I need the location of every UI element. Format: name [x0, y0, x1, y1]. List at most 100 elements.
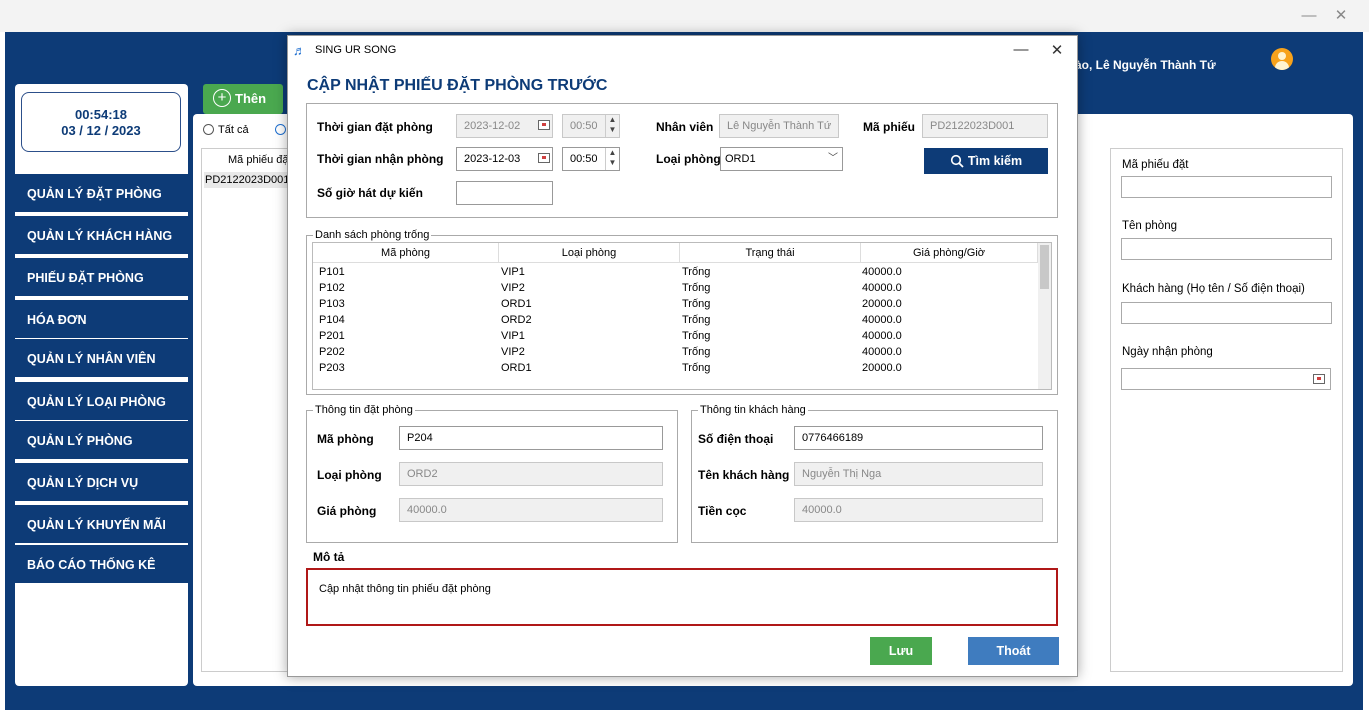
gia-phong-field: 40000.0 [399, 498, 663, 522]
sidebar-item-bao-cao-thong-ke[interactable]: BÁO CÁO THỐNG KÊ [15, 545, 188, 585]
cell-loai-phong: VIP1 [501, 330, 525, 342]
booking-list [201, 148, 299, 672]
table-scrollbar[interactable] [1038, 243, 1051, 389]
so-dien-thoai-input[interactable]: 0776466189 [794, 426, 1043, 450]
col-header-loai-phong[interactable]: Loại phòng [499, 243, 680, 263]
add-button-label: Thên [235, 91, 267, 106]
filter-khach-hang-input[interactable] [1121, 302, 1332, 324]
mo-ta-textarea[interactable]: Cập nhật thông tin phiếu đặt phòng [306, 568, 1058, 626]
table-row[interactable]: P102 VIP2 Trống 40000.0 [313, 281, 1038, 296]
sidebar-item-quan-ly-khach-hang[interactable]: QUẢN LÝ KHÁCH HÀNG [15, 216, 188, 256]
sidebar-item-quan-ly-dat-phong[interactable]: QUẢN LÝ ĐẶT PHÒNG [15, 174, 188, 214]
cell-loai-phong: VIP1 [501, 266, 525, 278]
cell-gia-phong: 40000.0 [862, 266, 902, 278]
radio-all[interactable]: Tất cả [203, 124, 249, 136]
table-row[interactable]: P103 ORD1 Trống 20000.0 [313, 297, 1038, 312]
ma-phieu-field: PD2122023D001 [922, 114, 1048, 138]
cell-loai-phong: VIP2 [501, 282, 525, 294]
chevron-down-icon: ﹀ [828, 153, 838, 164]
list-item[interactable]: PD2122023D001 [204, 172, 289, 188]
table-row[interactable]: P101 VIP1 Trống 40000.0 [313, 265, 1038, 280]
table-row[interactable]: P203 ORD1 Trống 20000.0 [313, 361, 1038, 376]
cell-gia-phong: 20000.0 [862, 362, 902, 374]
filter-ten-phong-input[interactable] [1121, 238, 1332, 260]
sidebar-item-quan-ly-dich-vu[interactable]: QUẢN LÝ DỊCH VỤ [15, 463, 188, 503]
cell-ma-phong: P203 [319, 362, 345, 374]
booking-info-legend: Thông tin đặt phòng [313, 404, 415, 416]
sidebar-item-phieu-dat-phong[interactable]: PHIẾU ĐẶT PHÒNG [15, 258, 188, 298]
dialog-close-button[interactable]: ✕ [1047, 41, 1067, 59]
ten-khach-hang-label: Tên khách hàng [698, 468, 790, 482]
mo-ta-label: Mô tả [313, 550, 345, 564]
ma-phong-label: Mã phòng [317, 432, 374, 446]
thoi-gian-dat-date-value: 2023-12-02 [464, 120, 521, 132]
radio-option[interactable] [275, 124, 286, 135]
sidebar-item-quan-ly-nhan-vien[interactable]: QUẢN LÝ NHÂN VIÊN [15, 339, 188, 379]
thoi-gian-nhan-date-value: 2023-12-03 [464, 153, 521, 165]
cell-trang-thai: Trống [682, 314, 711, 326]
radio-all-label: Tất cả [218, 124, 249, 136]
cell-trang-thai: Trống [682, 346, 711, 358]
search-button[interactable]: Tìm kiếm [924, 148, 1048, 174]
thoi-gian-nhan-date-field[interactable]: 2023-12-03 [456, 147, 553, 171]
room-list-legend: Danh sách phòng trống [313, 229, 432, 241]
sidebar-item-quan-ly-phong[interactable]: QUẢN LÝ PHÒNG [15, 421, 188, 461]
dialog-minimize-button[interactable]: — [1011, 41, 1031, 58]
plus-circle-icon: + [213, 89, 231, 107]
table-row[interactable]: P201 VIP1 Trống 40000.0 [313, 329, 1038, 344]
tien-coc-label: Tiền cọc [698, 504, 747, 518]
user-avatar-icon[interactable] [1271, 48, 1293, 70]
cell-ma-phong: P103 [319, 298, 345, 310]
thoi-gian-dat-time-field: 00:50 ▲ ▼ [562, 114, 620, 138]
thoi-gian-dat-date-field: 2023-12-02 [456, 114, 553, 138]
window-titlebar: — ✕ [0, 0, 1369, 32]
ma-phong-input[interactable]: P204 [399, 426, 663, 450]
filter-ngay-nhan-input[interactable] [1121, 368, 1331, 390]
cell-gia-phong: 20000.0 [862, 298, 902, 310]
time-spinner-icon[interactable]: ▲ ▼ [605, 148, 619, 170]
greeting-text: ào, Lê Nguyễn Thành Tứ [1075, 58, 1216, 72]
calendar-icon[interactable] [1313, 374, 1325, 384]
table-row[interactable]: P202 VIP2 Trống 40000.0 [313, 345, 1038, 360]
sidebar-item-quan-ly-khuyen-mai[interactable]: QUẢN LÝ KHUYẾN MÃI [15, 505, 188, 545]
loai-phong-select[interactable]: ORD1 ﹀ [720, 147, 843, 171]
col-header-ma-phong[interactable]: Mã phòng [313, 243, 499, 263]
exit-button[interactable]: Thoát [968, 637, 1059, 665]
calendar-icon [538, 120, 550, 130]
nhan-vien-label: Nhân viên [656, 120, 714, 134]
ten-khach-hang-field: Nguyễn Thị Nga [794, 462, 1043, 486]
loai-phong-info-label: Loại phòng [317, 468, 382, 482]
customer-info-legend: Thông tin khách hàng [698, 404, 808, 416]
add-button[interactable]: + Thên [203, 84, 283, 114]
ma-phieu-label: Mã phiếu [863, 120, 916, 134]
col-header-trang-thai[interactable]: Trạng thái [680, 243, 861, 263]
col-header-gia-phong[interactable]: Giá phòng/Giờ [861, 243, 1038, 263]
dialog-app-name: SING UR SONG [315, 44, 397, 56]
cell-gia-phong: 40000.0 [862, 346, 902, 358]
cell-trang-thai: Trống [682, 362, 711, 374]
sidebar-item-quan-ly-loai-phong[interactable]: QUẢN LÝ LOẠI PHÒNG [15, 382, 188, 422]
thoi-gian-nhan-time-field[interactable]: 00:50 ▲ ▼ [562, 147, 620, 171]
filter-ma-phieu-input[interactable] [1121, 176, 1332, 198]
nhan-vien-field: Lê Nguyễn Thành Tứ [719, 114, 839, 138]
cell-loai-phong: ORD1 [501, 362, 532, 374]
dialog-titlebar: ♬ SING UR SONG — ✕ [288, 36, 1077, 64]
cell-gia-phong: 40000.0 [862, 330, 902, 342]
scrollbar-thumb[interactable] [1040, 245, 1049, 289]
sidebar: 00:54:18 03 / 12 / 2023 QUẢN LÝ ĐẶT PHÒN… [15, 84, 188, 686]
filter-ma-phieu-label: Mã phiếu đặt [1122, 159, 1189, 171]
close-button[interactable]: ✕ [1329, 6, 1353, 26]
cell-ma-phong: P201 [319, 330, 345, 342]
sidebar-item-hoa-don[interactable]: HÓA ĐƠN [15, 300, 188, 340]
radio-circle-icon [203, 124, 214, 135]
minimize-button[interactable]: — [1297, 6, 1321, 26]
so-gio-input[interactable] [456, 181, 553, 205]
thoi-gian-dat-label: Thời gian đặt phòng [317, 120, 433, 134]
cell-ma-phong: P202 [319, 346, 345, 358]
filter-khach-hang-label: Khách hàng (Họ tên / Số điện thoại) [1122, 283, 1305, 295]
gia-phong-label: Giá phòng [317, 504, 377, 518]
table-row[interactable]: P104 ORD2 Trống 40000.0 [313, 313, 1038, 328]
room-table: Mã phòng Loại phòng Trạng thái Giá phòng… [312, 242, 1052, 390]
calendar-icon[interactable] [538, 153, 550, 163]
save-button[interactable]: Lưu [870, 637, 932, 665]
